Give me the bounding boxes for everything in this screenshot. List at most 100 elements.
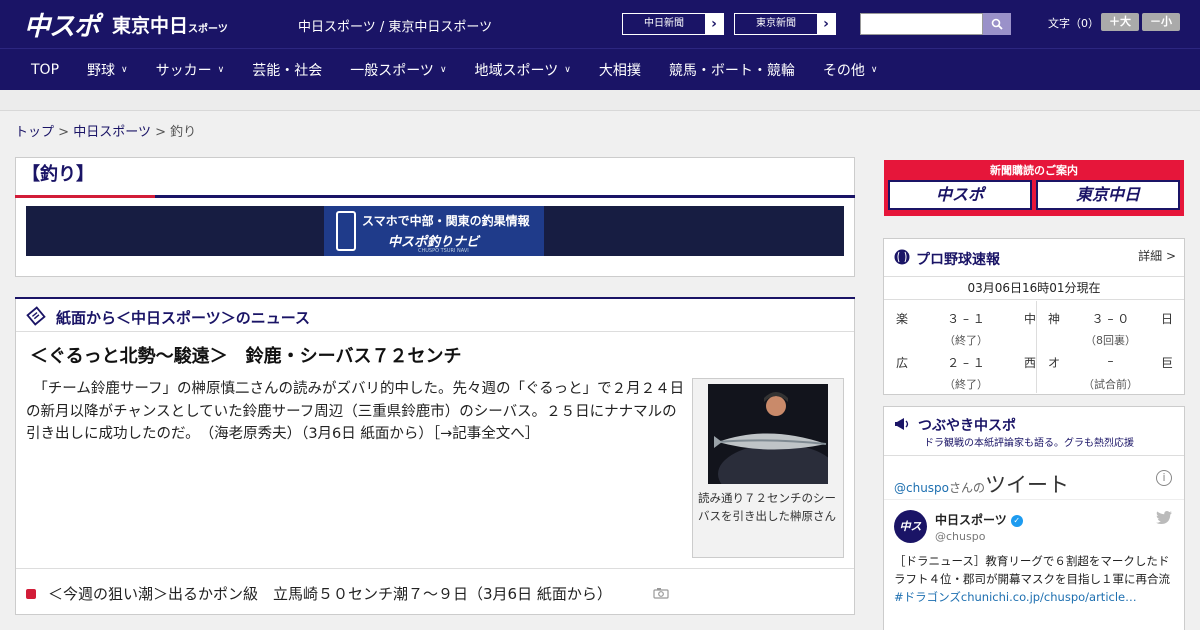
news-header-line	[15, 297, 855, 299]
news-section-title: 紙面から＜中日スポーツ＞のニュース	[56, 309, 310, 327]
twitter-bird-icon[interactable]	[1156, 511, 1172, 524]
site-names[interactable]: 中日スポーツ / 東京中日スポーツ	[298, 16, 492, 35]
news-list-item[interactable]: ＜今週の狙い潮＞出るかポン級 立馬崎５０センチ潮７～９日（3月6日 紙面から）	[48, 583, 612, 604]
verified-icon: ✓	[1010, 514, 1023, 527]
chuspo-logo[interactable]: 中スポ	[24, 6, 100, 43]
baseball-timestamp: 03月06日16時01分現在	[884, 276, 1184, 300]
nav-keiba[interactable]: 競馬・ボート・競輪	[669, 60, 795, 80]
search-button[interactable]	[983, 13, 1011, 35]
nav-general-sports[interactable]: 一般スポーツ ∨	[350, 60, 446, 80]
game-row[interactable]: 楽 ３ – １ 中 （終了）	[896, 310, 1036, 350]
baseball-title: プロ野球速報	[916, 252, 1000, 268]
breadcrumb-top[interactable]: トップ	[15, 125, 54, 140]
tsuri-navi-banner-content: スマホで中部・関東の釣果情報 中スポ釣りナビ CHUSPO TSURI NAVI	[324, 206, 544, 256]
score-divider	[1036, 301, 1037, 393]
game-row[interactable]: 神 ３ – ０ 日 （8回裏）	[1048, 310, 1173, 350]
sub-bar	[0, 90, 1200, 111]
nav-general-sports-label: 一般スポーツ	[350, 62, 434, 79]
baseball-icon	[894, 249, 910, 265]
nav-top[interactable]: TOP	[31, 62, 59, 78]
nav-soccer[interactable]: サッカー ∨	[156, 60, 225, 80]
info-icon[interactable]: i	[1156, 470, 1172, 486]
nav-baseball[interactable]: 野球 ∨	[87, 60, 128, 80]
tweet-link[interactable]: chunichi.co.jp/chuspo/article…	[961, 590, 1137, 604]
breadcrumb-separator: >	[58, 125, 70, 140]
news-header-separator	[16, 331, 854, 332]
nav-entertainment[interactable]: 芸能・社会	[252, 60, 322, 80]
tweet-author-handle[interactable]: @chuspo	[935, 530, 985, 543]
subscription-banner[interactable]: 新聞購読のご案内 中スポ 東京中日	[884, 160, 1184, 216]
game-score: –	[1107, 354, 1114, 368]
twitter-separator-2	[884, 499, 1184, 500]
category-title: 【釣り】	[22, 164, 94, 185]
breadcrumb: トップ > 中日スポーツ > 釣り	[15, 121, 196, 140]
chunichi-shimbun-link[interactable]: 中日新聞 ›	[622, 13, 724, 35]
twitter-panel: つぶやき中スポ ドラ観戦の本紙評論家も語る。グラも熱烈応援 @chuspoさんの…	[883, 406, 1185, 630]
tsuri-navi-banner[interactable]: スマホで中部・関東の釣果情報 中スポ釣りナビ CHUSPO TSURI NAVI	[26, 206, 844, 256]
nav-local-sports-label: 地域スポーツ	[474, 62, 559, 79]
game-away-team: 巨	[1160, 356, 1173, 370]
newspaper-icon	[26, 306, 46, 326]
photo-caption: 読み通り７２センチのシーバスを引き出した榊原さん	[698, 491, 836, 523]
chevron-down-icon: ∨	[870, 64, 878, 75]
article-title[interactable]: ＜ぐるっと北勢～駿遠＞ 鈴鹿・シーバス７２センチ	[30, 342, 461, 368]
category-divider-accent	[15, 195, 155, 198]
smartphone-icon	[336, 211, 356, 251]
chevron-down-icon: ∨	[564, 64, 571, 75]
subscription-chuspo-logo[interactable]: 中スポ	[888, 180, 1032, 210]
game-away-team: 日	[1160, 312, 1173, 326]
game-away-team: 中	[1023, 312, 1036, 326]
tweet-text[interactable]: ［ドラニュース］教育リーグで６割超をマークしたドラフト４位・郡司が開幕マスクを目…	[894, 552, 1179, 606]
tokyo-shimbun-link[interactable]: 東京新聞 ›	[734, 13, 836, 35]
breadcrumb-current: 釣り	[170, 125, 197, 140]
top-header: 中スポ 東京中日スポーツ 中日スポーツ / 東京中日スポーツ 中日新聞 › 東京…	[0, 0, 1200, 48]
subscription-tokyo-logo[interactable]: 東京中日	[1036, 180, 1180, 210]
twitter-handle-link[interactable]: @chuspo	[894, 481, 949, 495]
tokyo-chunichi-logo-text: 東京中日	[112, 15, 189, 37]
font-smaller-button[interactable]: －小	[1142, 13, 1180, 31]
search-input[interactable]	[860, 13, 983, 35]
nav-other[interactable]: その他 ∨	[823, 60, 878, 80]
baseball-detail-link[interactable]: 詳細 >	[1138, 247, 1176, 264]
article-body[interactable]: 「チーム鈴鹿サーフ」の榊原慎二さんの読みがズバリ的中した。先々週の「ぐるっと」で…	[26, 378, 686, 446]
nav-top-label: TOP	[31, 61, 60, 78]
chevron-right-icon: ›	[711, 16, 717, 32]
game-status: （8回裏）	[1085, 334, 1136, 347]
tweet-author-name[interactable]: 中日スポーツ ✓	[935, 511, 1023, 528]
nav-soccer-label: サッカー	[155, 62, 212, 79]
nav-other-label: その他	[822, 62, 865, 79]
nav-sumo[interactable]: 大相撲	[599, 60, 641, 80]
nav-local-sports[interactable]: 地域スポーツ ∨	[475, 60, 571, 80]
megaphone-icon	[895, 418, 909, 430]
article-photo[interactable]	[708, 384, 828, 484]
nav-sumo-label: 大相撲	[598, 62, 641, 79]
search-icon	[991, 18, 1003, 30]
twitter-subtitle: ドラ観戦の本紙評論家も語る。グラも熱烈応援	[924, 438, 1134, 449]
chevron-down-icon: ∨	[439, 64, 447, 75]
game-status: （終了）	[944, 378, 988, 391]
article-photo-box: 読み通り７２センチのシーバスを引き出した榊原さん	[692, 378, 844, 558]
twitter-separator	[884, 455, 1184, 456]
news-list-separator	[16, 568, 854, 569]
avatar[interactable]: 中ス	[894, 510, 927, 543]
nav-entertainment-label: 芸能・社会	[252, 62, 323, 79]
main-nav: TOP 野球 ∨ サッカー ∨ 芸能・社会 一般スポーツ ∨ 地域スポーツ ∨ 大相撲 …	[0, 48, 1200, 90]
tokyo-chunichi-logo[interactable]: 東京中日スポーツ	[112, 11, 228, 38]
breadcrumb-chunichi-sports[interactable]: 中日スポーツ	[73, 125, 151, 140]
game-score: ２ – １	[947, 356, 985, 370]
game-score: ３ – ０	[1091, 312, 1130, 326]
game-row[interactable]: 広 ２ – １ 西 （終了）	[896, 354, 1036, 394]
font-bigger-button[interactable]: ＋大	[1101, 13, 1139, 31]
game-row[interactable]: オ – 巨 （試合前）	[1048, 354, 1173, 394]
twitter-title: つぶやき中スポ	[918, 418, 1016, 434]
nav-baseball-label: 野球	[87, 62, 116, 79]
twitter-feed-header: @chuspoさんのツイート	[894, 469, 1069, 499]
tweet-hashtag[interactable]: #ドラゴンズ	[894, 590, 961, 604]
twitter-feed-title: ツイート	[985, 473, 1070, 497]
chevron-right-icon: ›	[823, 16, 829, 32]
game-status: （試合前）	[1083, 378, 1138, 391]
chevron-down-icon: ∨	[217, 64, 225, 75]
game-away-team: 西	[1023, 356, 1036, 370]
baseball-score-panel: プロ野球速報 詳細 > 03月06日16時01分現在 楽 ３ – １ 中 （終了…	[883, 238, 1185, 395]
camera-icon	[653, 588, 669, 599]
